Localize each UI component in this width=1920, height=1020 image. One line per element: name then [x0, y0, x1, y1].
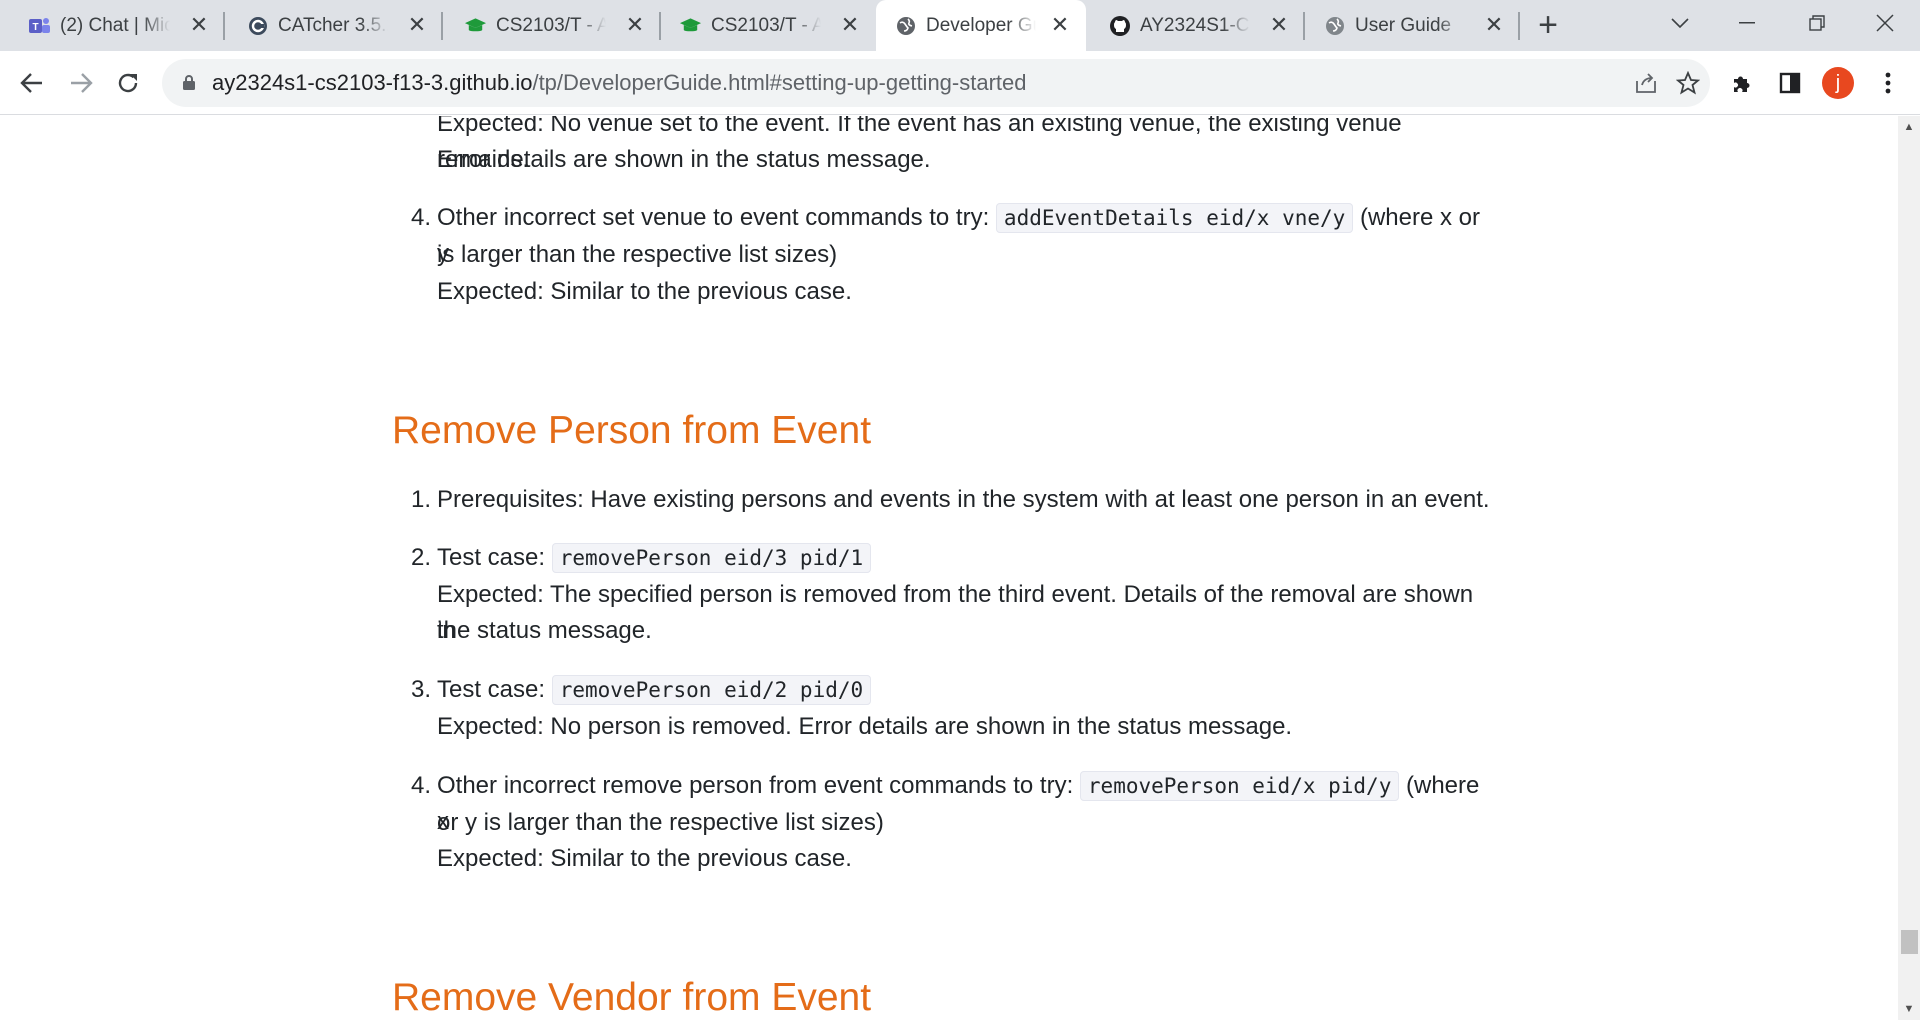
- close-tab-icon[interactable]: ✕: [623, 13, 647, 37]
- close-tab-icon[interactable]: ✕: [187, 13, 211, 37]
- teams-icon: T: [28, 14, 51, 37]
- tab-label: AY2324S1-CS2103: [1140, 15, 1250, 36]
- inline-code: removePerson eid/x pid/y: [1079, 771, 1400, 801]
- tab-label: CATcher 3.5.2: [278, 15, 388, 36]
- list-item: Prerequisites: Have existing persons and…: [437, 486, 1490, 513]
- minimize-window-button[interactable]: [1712, 0, 1782, 45]
- list-item: Test case: removePerson eid/2 pid/0: [437, 672, 1497, 708]
- new-tab-button[interactable]: +: [1532, 8, 1564, 42]
- item-text: is larger than the respective list sizes…: [437, 241, 838, 268]
- mortarboard-icon: [679, 14, 702, 37]
- browser-menu-kebab-icon[interactable]: [1870, 65, 1906, 101]
- lock-icon[interactable]: [182, 75, 196, 90]
- url-text[interactable]: ay2324s1-cs2103-f13-3.github.io/tp/Devel…: [212, 71, 1027, 95]
- tab-label: Developer Guide: [926, 15, 1036, 36]
- tab-search-chevron-icon[interactable]: [1645, 0, 1715, 45]
- reload-button[interactable]: [110, 65, 146, 101]
- expected-text: the status message.: [437, 617, 652, 644]
- expected-text: Expected: Similar to the previous case.: [437, 278, 852, 305]
- list-item: Test case: removePerson eid/3 pid/1: [437, 540, 1497, 576]
- tab-catcher[interactable]: CATcher 3.5.2 ✕: [228, 0, 443, 51]
- scroll-down-arrow-icon[interactable]: ▼: [1902, 1002, 1916, 1016]
- tab-separator: [223, 12, 225, 40]
- scrollbar-thumb[interactable]: [1901, 930, 1918, 954]
- address-bar[interactable]: ay2324s1-cs2103-f13-3.github.io/tp/Devel…: [162, 59, 1710, 107]
- section-heading-remove-person: Remove Person from Event: [392, 409, 872, 452]
- globe-icon: [894, 14, 917, 37]
- scroll-up-arrow-icon[interactable]: ▲: [1902, 120, 1916, 134]
- inline-code: removePerson eid/2 pid/0: [551, 675, 872, 705]
- close-tab-icon[interactable]: ✕: [1267, 13, 1291, 37]
- item-text: or y is larger than the respective list …: [437, 809, 884, 836]
- profile-avatar[interactable]: j: [1822, 67, 1854, 99]
- list-number: 2.: [411, 544, 432, 571]
- expected-text: Expected: No person is removed. Error de…: [437, 713, 1293, 740]
- url-path: /tp/DeveloperGuide.html#setting-up-getti…: [532, 70, 1027, 95]
- error-details-text: Error details are shown in the status me…: [437, 146, 931, 173]
- close-window-button[interactable]: [1850, 0, 1920, 45]
- svg-text:T: T: [32, 22, 38, 33]
- mortarboard-icon: [464, 14, 487, 37]
- tab-separator: [1518, 12, 1520, 40]
- inline-code: removePerson eid/3 pid/1: [551, 543, 872, 573]
- tab-strip: T (2) Chat | Microsoft Teams ✕ CATcher 3…: [0, 0, 1920, 51]
- tab-label: (2) Chat | Microsoft Teams: [60, 15, 170, 36]
- tab-label: User Guide: [1355, 15, 1452, 36]
- tab-label: CS2103/T - Admin: [711, 15, 821, 36]
- back-button[interactable]: [14, 65, 50, 101]
- item-text: Other incorrect set venue to event comma…: [437, 204, 996, 231]
- list-number: 1.: [411, 486, 432, 513]
- tab-cs2103-admin-2[interactable]: CS2103/T - Admin ✕: [661, 0, 876, 51]
- list-number: 3.: [411, 676, 432, 703]
- close-tab-icon[interactable]: ✕: [1482, 13, 1506, 37]
- test-case-label: Test case:: [437, 544, 552, 571]
- side-panel-icon[interactable]: [1772, 65, 1808, 101]
- extensions-puzzle-icon[interactable]: [1724, 65, 1760, 101]
- github-icon: [1108, 14, 1131, 37]
- vertical-scrollbar[interactable]: ▲ ▼: [1898, 116, 1920, 1020]
- forward-button[interactable]: [63, 65, 99, 101]
- tab-separator: [441, 12, 443, 40]
- tab-user-guide[interactable]: User Guide ✕: [1305, 0, 1520, 51]
- close-tab-icon[interactable]: ✕: [1048, 13, 1072, 37]
- tab-teams-chat[interactable]: T (2) Chat | Microsoft Teams ✕: [10, 0, 225, 51]
- restore-window-button[interactable]: [1782, 0, 1852, 45]
- list-number: 4.: [411, 204, 432, 231]
- browser-toolbar: ay2324s1-cs2103-f13-3.github.io/tp/Devel…: [0, 51, 1920, 115]
- tab-github-repo[interactable]: AY2324S1-CS2103 ✕: [1090, 0, 1305, 51]
- tab-developer-guide[interactable]: Developer Guide ✕: [876, 0, 1086, 51]
- list-number: 4.: [411, 772, 432, 799]
- share-icon[interactable]: [1632, 69, 1660, 97]
- page-viewport: Expected: No venue set to the event. If …: [0, 116, 1898, 1020]
- tab-cs2103-admin-1[interactable]: CS2103/T - Admin ✕: [446, 0, 661, 51]
- globe-icon: [1323, 14, 1346, 37]
- url-host: ay2324s1-cs2103-f13-3.github.io: [212, 70, 533, 95]
- catcher-icon: [246, 14, 269, 37]
- bookmark-star-icon[interactable]: [1674, 69, 1702, 97]
- section-heading-remove-vendor: Remove Vendor from Event: [392, 976, 872, 1019]
- tab-label: CS2103/T - Admin: [496, 15, 606, 36]
- item-text: Other incorrect remove person from event…: [437, 772, 1080, 799]
- test-case-label: Test case:: [437, 676, 552, 703]
- close-tab-icon[interactable]: ✕: [838, 13, 862, 37]
- inline-code: addEventDetails eid/x vne/y: [995, 203, 1354, 233]
- close-tab-icon[interactable]: ✕: [405, 13, 429, 37]
- expected-text: Expected: Similar to the previous case.: [437, 845, 852, 872]
